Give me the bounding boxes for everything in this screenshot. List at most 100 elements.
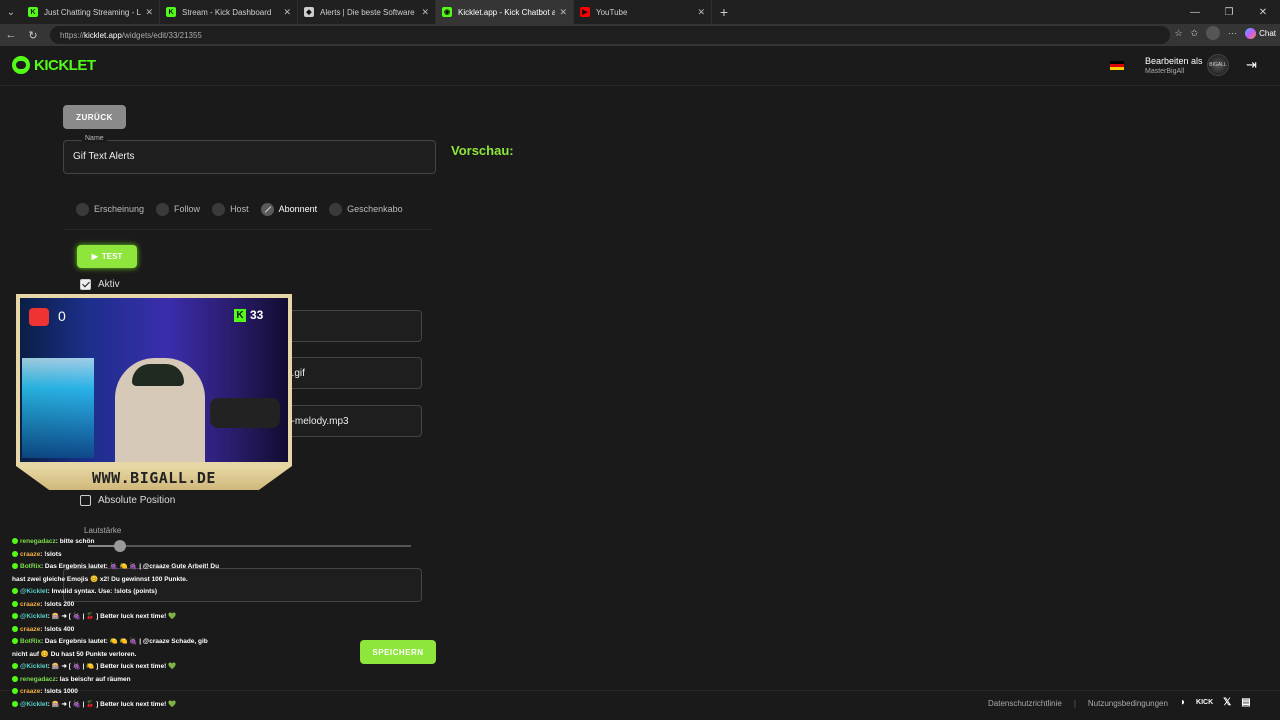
chat-text: : !slots 200 bbox=[40, 600, 75, 608]
profile-icon[interactable] bbox=[1206, 26, 1221, 40]
tab-status-icon bbox=[156, 202, 170, 216]
name-label: Name bbox=[82, 135, 107, 142]
avatar[interactable]: BIGALL bbox=[1207, 54, 1229, 76]
address-bar[interactable]: https://kicklet.app/widgets/edit/33/2135… bbox=[50, 26, 1170, 44]
username: MasterBigAll bbox=[1145, 68, 1185, 75]
microphone-image bbox=[210, 398, 280, 428]
chat-text: : 🎰 ➜ [ 🍇 | 🍋 ] Better luck next time! 💚 bbox=[47, 663, 177, 670]
chat-username: craaze bbox=[20, 600, 41, 608]
url-host: kicklet.app bbox=[84, 30, 122, 40]
name-field[interactable]: Name Gif Text Alerts bbox=[63, 135, 436, 174]
chat-username: @Kicklet bbox=[20, 700, 48, 708]
user-info: Bearbeiten als MasterBigAll bbox=[1145, 56, 1203, 75]
play-icon: ▶ bbox=[91, 252, 98, 261]
tab-label: Abonnent bbox=[278, 204, 318, 214]
minimize-icon[interactable]: — bbox=[1178, 0, 1212, 24]
tab-title: Alerts | Die beste Software zur Op bbox=[320, 7, 417, 17]
tab-list-icon[interactable]: ⌄ bbox=[0, 0, 22, 24]
sound-field[interactable]: e-melody.mp3 bbox=[283, 405, 422, 437]
chat-message: craaze: !slots bbox=[12, 549, 252, 562]
chat-text: : 🎰 ➜ [ 🍇 | 🍒 ] Better luck next time! 💚 bbox=[47, 700, 177, 708]
logout-icon[interactable]: ⇥ bbox=[1246, 57, 1257, 73]
browser-tab[interactable]: ▶ YouTube ✕ bbox=[574, 0, 712, 24]
close-tab-icon[interactable]: ✕ bbox=[697, 7, 705, 18]
chat-message: renegadacz: las beischr auf räumen bbox=[12, 674, 252, 687]
back-button[interactable]: ZURÜCK bbox=[63, 105, 126, 129]
badge-icon bbox=[12, 538, 18, 544]
text-field[interactable] bbox=[283, 310, 422, 342]
logo-text: KICKLET bbox=[34, 56, 96, 74]
close-tab-icon[interactable]: ✕ bbox=[283, 7, 291, 18]
document-icon[interactable]: ▤ bbox=[1241, 697, 1250, 708]
close-tab-icon[interactable]: ✕ bbox=[559, 7, 567, 18]
chat-text: : Das Ergebnis lautet: 🍇 🍋 🍇 | @craaze G… bbox=[40, 563, 220, 570]
chat-text: : bitte schön bbox=[55, 538, 95, 545]
terms-link[interactable]: Nutzungsbedingungen bbox=[1088, 699, 1168, 708]
left-counter: 0 bbox=[58, 308, 66, 324]
tab-status-icon bbox=[76, 202, 89, 216]
webcam-overlay: 0 K 33 WWW.BIGALL.DE bbox=[16, 294, 292, 492]
test-button[interactable]: ▶ TEST bbox=[77, 245, 137, 268]
favicon-icon: K bbox=[166, 7, 176, 17]
tab-title: Kicklet.app - Kick Chatbot and Ove bbox=[458, 7, 555, 17]
preview-heading: Vorschau: bbox=[451, 143, 514, 158]
chat-username: renegadacz bbox=[20, 675, 56, 683]
event-tabs: Erscheinung Follow Host Abonnent Geschenkabo bbox=[76, 201, 403, 217]
browser-tab[interactable]: ◉ Kicklet.app - Kick Chatbot and Ove ✕ bbox=[436, 0, 574, 24]
badge-icon bbox=[12, 663, 18, 669]
tab-label: Follow bbox=[174, 204, 201, 214]
browser-toolbar: ← ↻ https://kicklet.app/widgets/edit/33/… bbox=[0, 24, 1280, 46]
new-tab-button[interactable]: + bbox=[712, 4, 736, 20]
stream-chat-overlay: renegadacz: bitte schön craaze: !slots Bot… bbox=[12, 536, 252, 711]
reload-icon[interactable]: ↻ bbox=[22, 29, 44, 42]
avatar-text: BIGALL bbox=[1209, 62, 1227, 68]
chat-username: BotRix bbox=[20, 563, 41, 570]
viewer-count: 33 bbox=[250, 308, 264, 322]
browser-tab[interactable]: K Just Chatting Streaming - Live Strea ✕ bbox=[22, 0, 160, 24]
chat-message: nicht auf 😊 Du hast 50 Punkte verloren. bbox=[12, 649, 252, 662]
favicon-icon: ◉ bbox=[442, 7, 452, 17]
tab-status-icon bbox=[212, 202, 226, 216]
copilot-chat-button[interactable]: Chat bbox=[1245, 27, 1276, 39]
maximize-icon[interactable]: ❐ bbox=[1212, 0, 1246, 24]
aktiv-checkbox[interactable] bbox=[80, 279, 91, 290]
star-icon[interactable]: ☆ bbox=[1174, 28, 1182, 39]
absolute-position-checkbox[interactable] bbox=[80, 495, 91, 506]
banner-text: WWW.BIGALL.DE bbox=[92, 469, 216, 487]
close-tab-icon[interactable]: ✕ bbox=[421, 7, 429, 18]
badge-icon bbox=[12, 638, 18, 644]
name-value: Gif Text Alerts bbox=[73, 151, 135, 162]
discord-icon[interactable]: ◗ bbox=[1180, 697, 1186, 708]
tab-abonnent[interactable]: Abonnent bbox=[260, 202, 318, 216]
badge-icon bbox=[12, 550, 18, 557]
chat-username: craaze bbox=[20, 625, 41, 633]
tab-geschenkabo[interactable]: Geschenkabo bbox=[329, 202, 403, 216]
badge-icon bbox=[12, 600, 18, 607]
chat-text: nicht auf 😊 Du hast 50 Punkte verloren. bbox=[12, 650, 137, 658]
browser-tab[interactable]: ◆ Alerts | Die beste Software zur Op ✕ bbox=[298, 0, 436, 24]
close-tab-icon[interactable]: ✕ bbox=[145, 7, 153, 18]
tab-label: Host bbox=[230, 204, 249, 214]
kicklet-logo[interactable]: KICKLET bbox=[12, 56, 96, 74]
chat-username: renegadacz bbox=[20, 538, 56, 545]
save-button[interactable]: SPEICHERN bbox=[360, 640, 436, 664]
tab-follow[interactable]: Follow bbox=[156, 202, 201, 216]
tab-title: Stream - Kick Dashboard bbox=[182, 7, 272, 17]
close-window-icon[interactable]: ✕ bbox=[1246, 0, 1280, 24]
privacy-link[interactable]: Datenschutzrichtlinie bbox=[988, 699, 1062, 708]
aktiv-label: Aktiv bbox=[98, 279, 120, 290]
gif-field[interactable]: e.gif bbox=[283, 357, 422, 389]
kick-icon[interactable]: KICK bbox=[1196, 699, 1213, 706]
browser-tab[interactable]: K Stream - Kick Dashboard ✕ bbox=[160, 0, 298, 24]
favorites-icon[interactable]: ✩ bbox=[1191, 28, 1199, 39]
more-icon[interactable]: ··· bbox=[1228, 28, 1237, 38]
german-flag-icon[interactable] bbox=[1110, 61, 1124, 70]
x-icon[interactable]: 𝕏 bbox=[1223, 697, 1231, 708]
chat-text: : 🎰 ➜ [ 🍇 | 🍒 ] Better luck next time! 💚 bbox=[47, 613, 177, 620]
back-arrow-icon[interactable]: ← bbox=[0, 29, 22, 41]
badge-icon bbox=[12, 675, 18, 682]
tab-host[interactable]: Host bbox=[212, 202, 249, 216]
chat-text: hast zwei gleiche Emojis 😊 x2! Du gewinn… bbox=[12, 575, 188, 583]
favicon-icon: K bbox=[28, 7, 38, 17]
tab-erscheinung[interactable]: Erscheinung bbox=[76, 202, 144, 216]
